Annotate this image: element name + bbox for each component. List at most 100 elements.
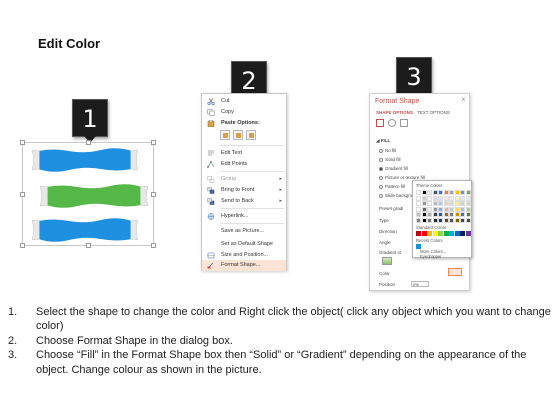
color-swatch[interactable] <box>427 195 432 201</box>
color-swatch[interactable] <box>416 190 421 195</box>
resize-handle[interactable] <box>86 140 91 145</box>
menu-item-bring-to-front[interactable]: Bring to Front ▸ <box>202 185 286 196</box>
color-swatch[interactable] <box>438 212 443 217</box>
ribbon-shape[interactable] <box>32 148 138 172</box>
ribbon-shape[interactable] <box>40 184 148 208</box>
menu-item-format-shape[interactable]: Format Shape... <box>202 260 286 271</box>
color-swatch[interactable] <box>427 190 432 195</box>
color-swatch[interactable] <box>460 217 465 223</box>
color-swatch[interactable] <box>449 190 454 195</box>
paste-option-icon[interactable] <box>220 130 230 140</box>
resize-handle[interactable] <box>151 140 156 145</box>
color-swatch[interactable] <box>454 190 460 195</box>
color-swatch[interactable] <box>421 217 427 223</box>
fill-color-dropdown-button[interactable] <box>448 268 462 276</box>
color-swatch[interactable] <box>421 231 427 236</box>
color-swatch[interactable] <box>438 231 443 236</box>
color-swatch[interactable] <box>432 206 438 212</box>
menu-item-set-default-shape[interactable]: Set as Default Shape <box>202 239 286 250</box>
radio-gradient-fill[interactable]: Gradient fill <box>379 166 408 171</box>
gradient-stop-slider[interactable] <box>382 257 392 265</box>
color-swatch[interactable] <box>460 201 465 206</box>
color-swatch[interactable] <box>443 195 449 201</box>
color-swatch[interactable] <box>454 195 460 201</box>
color-swatch[interactable] <box>465 195 471 201</box>
color-swatch[interactable] <box>443 206 449 212</box>
tab-text-options[interactable]: TEXT OPTIONS <box>417 110 450 115</box>
menu-item-copy[interactable]: Copy <box>202 107 286 118</box>
resize-handle[interactable] <box>151 192 156 197</box>
color-swatch[interactable] <box>427 201 432 206</box>
color-swatch[interactable] <box>443 231 449 236</box>
color-swatch[interactable] <box>438 206 443 212</box>
color-swatch[interactable] <box>427 217 432 223</box>
color-swatch[interactable] <box>416 201 421 206</box>
resize-handle[interactable] <box>20 243 25 248</box>
color-swatch[interactable] <box>454 217 460 223</box>
color-swatch[interactable] <box>421 190 427 195</box>
color-swatch[interactable] <box>416 231 421 236</box>
resize-handle[interactable] <box>20 140 25 145</box>
color-swatch[interactable] <box>432 201 438 206</box>
color-swatch[interactable] <box>465 217 471 223</box>
color-swatch[interactable] <box>432 212 438 217</box>
radio-solid-fill[interactable]: Solid fill <box>379 157 401 162</box>
color-swatch[interactable] <box>449 231 454 236</box>
radio-pattern-fill[interactable]: Pattern fill <box>379 184 405 189</box>
color-swatch[interactable] <box>421 195 427 201</box>
color-swatch[interactable] <box>465 206 471 212</box>
color-swatch[interactable] <box>460 231 465 236</box>
color-swatch[interactable] <box>432 190 438 195</box>
color-swatch[interactable] <box>416 206 421 212</box>
color-swatch[interactable] <box>465 231 471 236</box>
color-swatch[interactable] <box>443 212 449 217</box>
color-swatch[interactable] <box>443 201 449 206</box>
menu-item-group[interactable]: Group ▸ <box>202 174 286 185</box>
menu-item-edit-points[interactable]: Edit Points <box>202 159 286 170</box>
color-swatch[interactable] <box>438 217 443 223</box>
color-swatch[interactable] <box>421 206 427 212</box>
color-swatch[interactable] <box>449 217 454 223</box>
color-swatch[interactable] <box>416 212 421 217</box>
size-properties-icon[interactable] <box>400 119 408 127</box>
menu-item-send-to-back[interactable]: Send to Back ▸ <box>202 196 286 207</box>
color-swatch[interactable] <box>438 201 443 206</box>
color-swatch[interactable] <box>454 231 460 236</box>
color-swatch[interactable] <box>443 190 449 195</box>
color-swatch[interactable] <box>438 195 443 201</box>
menu-item-cut[interactable]: Cut <box>202 96 286 107</box>
color-swatch[interactable] <box>421 201 427 206</box>
close-icon[interactable]: x <box>462 97 465 103</box>
ribbon-shape[interactable] <box>32 218 138 242</box>
color-swatch[interactable] <box>427 212 432 217</box>
resize-handle[interactable] <box>86 243 91 248</box>
color-swatch[interactable] <box>449 212 454 217</box>
tab-shape-options[interactable]: SHAPE OPTIONS <box>376 110 413 115</box>
color-swatch[interactable] <box>465 212 471 217</box>
color-swatch[interactable] <box>454 206 460 212</box>
color-swatch[interactable] <box>460 190 465 195</box>
eyedropper-item[interactable]: Eyedropper <box>420 254 442 259</box>
color-swatch[interactable] <box>427 231 432 236</box>
effects-icon[interactable] <box>388 119 396 127</box>
color-swatch[interactable] <box>438 190 443 195</box>
color-swatch[interactable] <box>416 195 421 201</box>
color-swatch[interactable] <box>416 217 421 223</box>
menu-item-save-as-picture[interactable]: Save as Picture... <box>202 226 286 237</box>
fill-line-icon[interactable] <box>376 119 384 127</box>
menu-item-hyperlink[interactable]: Hyperlink... <box>202 211 286 222</box>
radio-no-fill[interactable]: No fill <box>379 148 396 153</box>
color-swatch[interactable] <box>465 190 471 195</box>
menu-item-edit-text[interactable]: Edit Text <box>202 148 286 159</box>
color-swatch[interactable] <box>460 212 465 217</box>
color-swatch[interactable] <box>432 231 438 236</box>
position-input[interactable]: 0% <box>411 281 429 287</box>
color-swatch[interactable] <box>427 206 432 212</box>
color-swatch[interactable] <box>432 217 438 223</box>
color-swatch[interactable] <box>421 212 427 217</box>
fill-section-header[interactable]: ◢ FILL <box>376 138 390 144</box>
resize-handle[interactable] <box>20 192 25 197</box>
color-swatch[interactable] <box>465 201 471 206</box>
resize-handle[interactable] <box>151 243 156 248</box>
color-swatch[interactable] <box>460 206 465 212</box>
